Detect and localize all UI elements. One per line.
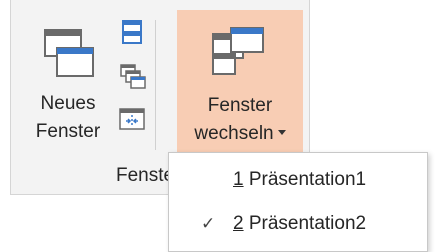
- cascade-icon: [120, 64, 146, 89]
- menu-item-label: 1 Präsentation1: [233, 157, 366, 203]
- move-split-button[interactable]: [117, 104, 147, 134]
- menu-item-presentation2[interactable]: ✓ 2 Präsentation2: [169, 201, 427, 247]
- arrange-all-button[interactable]: [117, 18, 147, 48]
- checkmark-icon: ✓: [201, 214, 216, 233]
- switch-windows-button[interactable]: Fenster wechseln: [177, 10, 303, 158]
- switch-windows-label-line2: wechseln: [194, 123, 274, 144]
- new-window-button[interactable]: Neues Fenster: [23, 18, 113, 158]
- new-window-label-line2: Fenster: [35, 121, 101, 142]
- menu-item-label: 2 Präsentation2: [233, 201, 366, 247]
- arrange-all-icon: [122, 20, 142, 44]
- chevron-down-icon: [277, 130, 286, 136]
- switch-windows-label-line2-wrap: wechseln: [177, 120, 303, 148]
- new-window-icon: [44, 29, 94, 77]
- switch-windows-label-line1: Fenster: [207, 95, 273, 116]
- switch-windows-dropdown: 1 Präsentation1 ✓ 2 Präsentation2: [168, 152, 428, 252]
- menu-item-presentation1[interactable]: 1 Präsentation1: [169, 157, 427, 203]
- menu-item-text: Präsentation1: [243, 169, 367, 190]
- cascade-button[interactable]: [117, 62, 147, 92]
- menu-item-text: Präsentation2: [243, 213, 367, 234]
- menu-item-accelerator: 2: [233, 213, 244, 234]
- menu-item-accelerator: 1: [233, 169, 244, 190]
- new-window-label-line1: Neues: [40, 93, 96, 114]
- switch-windows-icon: [212, 27, 264, 75]
- ribbon-separator: [155, 20, 156, 150]
- move-split-icon: [119, 108, 145, 130]
